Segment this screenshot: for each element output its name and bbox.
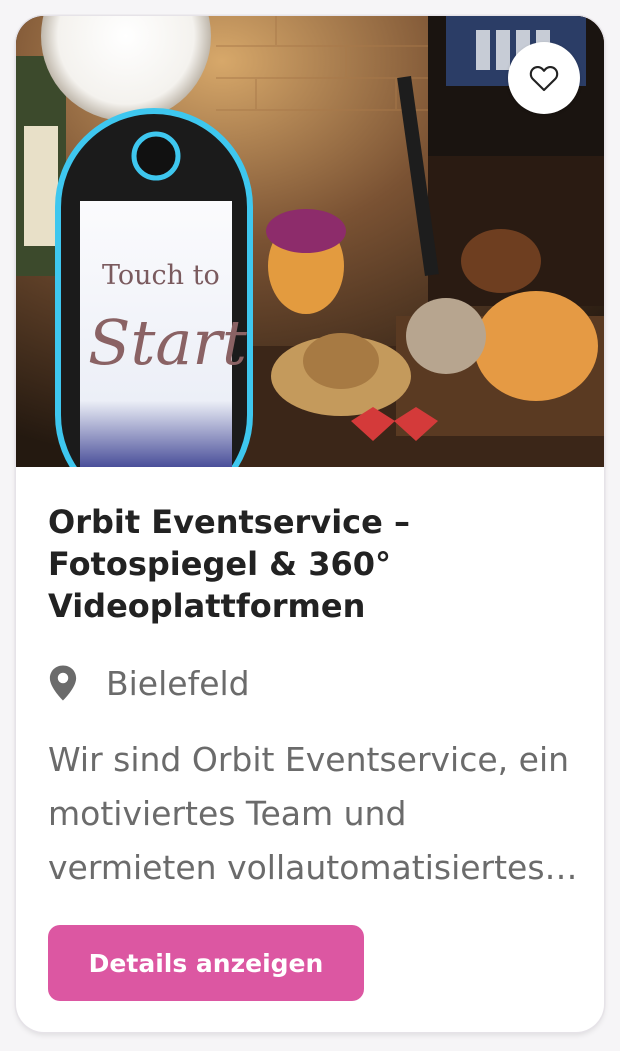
photo-sign-line2: Start [88, 306, 247, 379]
listing-title[interactable]: Orbit Eventservice – Fotospiegel & 360° … [48, 501, 578, 627]
listing-photo[interactable]: Touch to Start [16, 16, 604, 467]
location-city: Bielefeld [106, 663, 250, 703]
favorite-button[interactable] [508, 42, 580, 114]
photo-sign-line1: Touch to [102, 260, 220, 291]
listing-location: Bielefeld [48, 661, 250, 705]
map-pin-icon [48, 661, 92, 705]
heart-outline-icon [529, 66, 559, 92]
details-button[interactable]: Details anzeigen [48, 925, 364, 1001]
listing-description: Wir sind Orbit Eventservice, ein motivie… [48, 740, 570, 887]
listing-card[interactable]: Touch to Start Orbit Eventservice – Foto… [16, 16, 604, 1032]
